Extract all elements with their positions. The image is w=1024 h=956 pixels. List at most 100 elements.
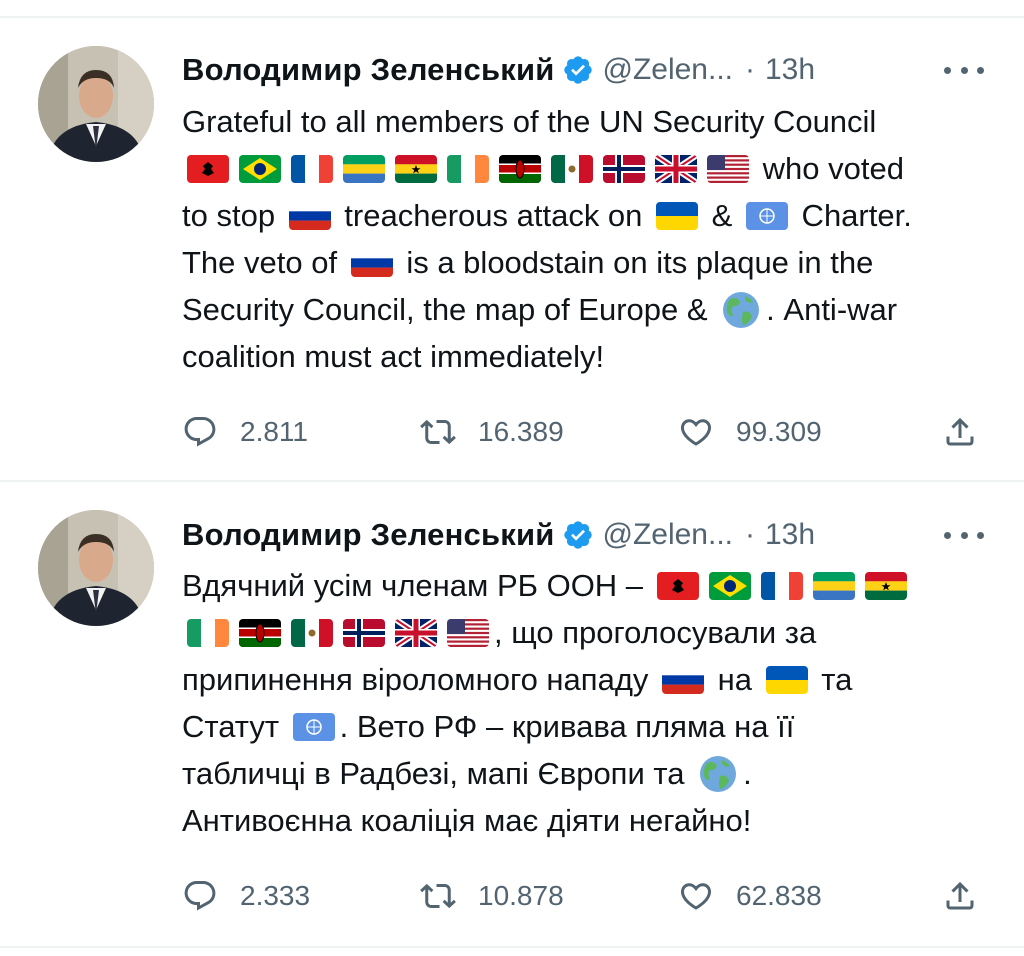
tweet-text-segment: who voted: [754, 151, 904, 186]
tweet-text-segment: табличці в Радбезі, мапі Європи та: [182, 756, 694, 791]
tweet-text-line: who voted: [182, 145, 982, 192]
verified-badge-icon: [562, 54, 594, 86]
flag-ga-icon: [343, 154, 385, 183]
flag-al-icon: [656, 571, 699, 600]
flag-un-icon: [292, 712, 335, 741]
flag-ru-icon: [350, 248, 393, 277]
separator-dot: ·: [745, 518, 755, 551]
reply-button[interactable]: 2.811: [182, 410, 308, 454]
avatar[interactable]: [38, 46, 154, 162]
flag-mx-icon: [291, 618, 333, 647]
tweet-text-line: Статут . Вето РФ – кривава пляма на її: [182, 703, 982, 750]
tweet-text: Вдячний усім членам РБ ООН – , що прогол…: [182, 562, 982, 844]
flag-br-icon: [708, 571, 751, 600]
reply-count: 2.811: [240, 416, 308, 447]
tweet[interactable]: Володимир Зеленський @Zelen... · 13h Вдя…: [0, 482, 1024, 944]
tweet-text-segment: Security Council, the map of Europe &: [182, 292, 717, 327]
flag-gb-icon: [655, 154, 697, 183]
flag-al-icon: [187, 154, 229, 183]
tweet-header: Володимир Зеленський @Zelen... · 13h: [182, 45, 815, 95]
tweet-header: Володимир Зеленський @Zelen... · 13h: [182, 510, 815, 560]
tweet-text-segment: , що проголосували за: [494, 615, 817, 650]
like-count: 99.309: [736, 416, 822, 447]
tweet[interactable]: Володимир Зеленський @Zelen... · 13h Gra…: [0, 18, 1024, 480]
tweet-text-segment: The veto of: [182, 245, 346, 280]
flag-ke-icon: [499, 154, 541, 183]
reply-button[interactable]: 2.333: [182, 874, 310, 918]
avatar[interactable]: [38, 510, 154, 626]
flag-ie-icon: [187, 618, 229, 647]
more-options-icon[interactable]: [944, 60, 984, 80]
flag-fr-icon: [291, 154, 333, 183]
tweet-text-line: , що проголосували за: [182, 609, 982, 656]
tweet-text-line: Вдячний усім членам РБ ООН –: [182, 562, 982, 609]
tweet-text-segment: Вдячний усім членам РБ ООН –: [182, 568, 652, 603]
timestamp[interactable]: 13h: [765, 518, 815, 552]
flag-un-icon: [745, 201, 788, 230]
tweet-text-line: припинення віроломного нападу на та: [182, 656, 982, 703]
flag-fr-icon: [760, 571, 803, 600]
flag-gh-icon: [864, 571, 907, 600]
like-count: 62.838: [736, 880, 822, 911]
tweet-text-segment: та: [812, 662, 853, 697]
tweet-actions: 2.333 10.878 62.838: [182, 874, 992, 918]
tweet-actions: 2.811 16.389 99.309: [182, 410, 992, 454]
tweet-text-segment: &: [703, 198, 741, 233]
tweet-text-segment: treacherous attack on: [335, 198, 652, 233]
tweet-text-line: Grateful to all members of the UN Securi…: [182, 98, 982, 145]
author-name[interactable]: Володимир Зеленський: [182, 52, 554, 88]
author-handle[interactable]: @Zelen...: [602, 53, 733, 87]
like-button[interactable]: 99.309: [678, 410, 822, 454]
timestamp[interactable]: 13h: [765, 53, 815, 87]
flag-ua-icon: [765, 665, 808, 694]
share-icon: [946, 417, 974, 446]
tweet-text-segment: Charter.: [792, 198, 912, 233]
share-button[interactable]: [942, 874, 1000, 918]
retweet-icon: [420, 883, 456, 909]
bottom-divider: [0, 946, 1024, 948]
tweet-text-segment: на: [709, 662, 761, 697]
tweet-text-segment: припинення віроломного нападу: [182, 662, 658, 697]
globe-icon: [698, 754, 738, 794]
tweet-text-segment: . Вето РФ – кривава пляма на її: [339, 709, 795, 744]
tweet-text-segment: Grateful to all members of the UN Securi…: [182, 104, 877, 139]
tweet-text: Grateful to all members of the UN Securi…: [182, 98, 982, 380]
flag-no-icon: [603, 154, 645, 183]
retweet-button[interactable]: 16.389: [420, 410, 564, 454]
flag-ru-icon: [288, 201, 331, 230]
retweet-count: 16.389: [478, 416, 564, 447]
flag-us-icon: [707, 154, 749, 183]
flag-mx-icon: [551, 154, 593, 183]
flag-us-icon: [447, 618, 489, 647]
reply-icon: [184, 417, 216, 447]
tweet-text-segment: coalition must act immediately!: [182, 339, 605, 374]
tweet-text-line: Security Council, the map of Europe & . …: [182, 286, 982, 333]
tweet-text-segment: .: [743, 756, 752, 791]
flag-no-icon: [343, 618, 385, 647]
more-options-icon[interactable]: [944, 525, 984, 545]
retweet-button[interactable]: 10.878: [420, 874, 564, 918]
tweet-text-line: табличці в Радбезі, мапі Європи та .: [182, 750, 982, 797]
globe-icon: [721, 290, 761, 330]
flag-ie-icon: [447, 154, 489, 183]
author-name[interactable]: Володимир Зеленський: [182, 517, 554, 553]
like-button[interactable]: 62.838: [678, 874, 822, 918]
tweet-text-segment: to stop: [182, 198, 284, 233]
tweet-text-line: coalition must act immediately!: [182, 333, 982, 380]
tweet-text-segment: Антивоєнна коаліція має діяти негайно!: [182, 803, 752, 838]
reply-icon: [184, 881, 216, 911]
flag-ke-icon: [239, 618, 281, 647]
verified-badge-icon: [562, 519, 594, 551]
tweet-text-segment: . Anti-war: [766, 292, 898, 327]
flag-ga-icon: [812, 571, 855, 600]
share-button[interactable]: [942, 410, 1000, 454]
retweet-icon: [420, 419, 456, 445]
tweet-text-segment: is a bloodstain on its plaque in the: [397, 245, 874, 280]
heart-icon: [680, 419, 712, 446]
reply-count: 2.333: [240, 880, 311, 911]
author-handle[interactable]: @Zelen...: [602, 518, 733, 552]
tweet-text-segment: Статут: [182, 709, 288, 744]
tweet-text-line: Антивоєнна коаліція має діяти негайно!: [182, 797, 982, 844]
flag-gh-icon: [395, 154, 437, 183]
heart-icon: [680, 883, 712, 910]
